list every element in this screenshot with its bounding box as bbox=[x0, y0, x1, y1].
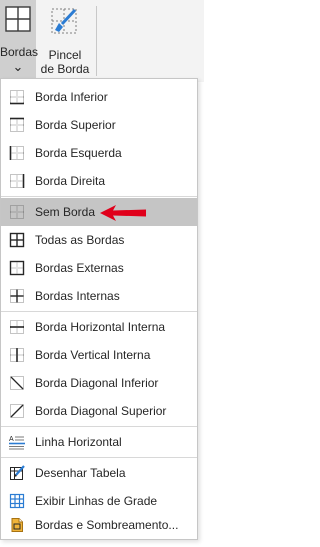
no-border-icon bbox=[10, 205, 24, 219]
inside-horizontal-border-icon bbox=[10, 320, 24, 334]
menu-separator bbox=[1, 426, 197, 427]
menu-item-borda-horizontal-interna[interactable]: Borda Horizontal Interna bbox=[1, 313, 197, 341]
menu-item-bordas-externas[interactable]: Bordas Externas bbox=[1, 254, 197, 282]
menu-item-borda-vertical-interna[interactable]: Borda Vertical Interna bbox=[1, 341, 197, 369]
borders-dropdown-menu: Borda Inferior Borda Superior Borda Esqu… bbox=[0, 78, 198, 540]
menu-separator bbox=[1, 311, 197, 312]
draw-table-icon bbox=[10, 465, 25, 480]
menu-item-label: Borda Esquerda bbox=[35, 146, 122, 160]
menu-item-label: Bordas Internas bbox=[35, 289, 120, 303]
menu-item-label: Borda Direita bbox=[35, 174, 106, 188]
menu-item-label: Bordas e Sombreamento... bbox=[35, 518, 179, 532]
border-painter-label-line1: Pincel bbox=[48, 48, 82, 62]
menu-item-label: Borda Superior bbox=[35, 118, 116, 132]
menu-item-borda-direita[interactable]: Borda Direita bbox=[1, 167, 197, 195]
inside-vertical-border-icon bbox=[10, 348, 24, 362]
menu-item-label: Linha Horizontal bbox=[35, 435, 122, 449]
menu-item-borda-esquerda[interactable]: Borda Esquerda bbox=[1, 139, 197, 167]
menu-item-borda-diagonal-inferior[interactable]: Borda Diagonal Inferior bbox=[1, 369, 197, 397]
border-right-icon bbox=[10, 174, 25, 188]
menu-item-label: Borda Vertical Interna bbox=[35, 348, 151, 362]
menu-item-desenhar-tabela[interactable]: Desenhar Tabela bbox=[1, 459, 197, 487]
border-painter-button[interactable]: Pincel de Borda bbox=[40, 0, 90, 80]
menu-item-borda-superior[interactable]: Borda Superior bbox=[1, 111, 197, 139]
menu-item-label: Exibir Linhas de Grade bbox=[35, 494, 158, 508]
menu-item-bordas-internas[interactable]: Bordas Internas bbox=[1, 282, 197, 310]
border-painter-icon bbox=[51, 8, 77, 34]
svg-text:A: A bbox=[9, 436, 14, 443]
ribbon-group: Bordas ⌄ Pincel de Borda bbox=[0, 0, 204, 82]
border-bottom-icon bbox=[10, 90, 24, 105]
view-gridlines-icon bbox=[9, 493, 25, 509]
ribbon-divider bbox=[96, 6, 97, 76]
horizontal-line-icon: A bbox=[9, 436, 25, 450]
menu-item-bordas-e-sombreamento[interactable]: Bordas e Sombreamento... bbox=[1, 511, 197, 539]
outside-borders-icon bbox=[9, 260, 25, 276]
menu-item-label: Bordas Externas bbox=[35, 261, 124, 275]
borders-large-icon bbox=[5, 6, 31, 32]
inside-borders-icon bbox=[10, 289, 24, 303]
menu-separator bbox=[1, 196, 197, 197]
menu-item-label: Todas as Bordas bbox=[35, 233, 125, 247]
borders-button-label: Bordas bbox=[0, 45, 39, 59]
menu-item-label: Borda Diagonal Inferior bbox=[35, 376, 159, 390]
menu-item-borda-inferior[interactable]: Borda Inferior bbox=[1, 83, 197, 111]
red-pointer-arrow-icon bbox=[100, 205, 146, 221]
chevron-down-icon: ⌄ bbox=[12, 59, 24, 74]
menu-item-label: Borda Diagonal Superior bbox=[35, 404, 167, 418]
border-left-icon bbox=[9, 146, 24, 160]
menu-item-linha-horizontal[interactable]: A Linha Horizontal bbox=[1, 428, 197, 456]
borders-shading-icon bbox=[11, 518, 23, 532]
all-borders-icon bbox=[9, 232, 25, 248]
menu-item-label: Borda Horizontal Interna bbox=[35, 320, 166, 334]
diagonal-up-border-icon bbox=[10, 404, 24, 418]
menu-separator bbox=[1, 457, 197, 458]
diagonal-down-border-icon bbox=[10, 376, 24, 390]
menu-item-label: Sem Borda bbox=[35, 205, 96, 219]
border-top-icon bbox=[10, 117, 24, 132]
menu-item-todas-as-bordas[interactable]: Todas as Bordas bbox=[1, 226, 197, 254]
menu-item-label: Borda Inferior bbox=[35, 90, 108, 104]
menu-item-label: Desenhar Tabela bbox=[35, 466, 126, 480]
menu-item-borda-diagonal-superior[interactable]: Borda Diagonal Superior bbox=[1, 397, 197, 425]
borders-button[interactable]: Bordas ⌄ bbox=[0, 0, 39, 80]
border-painter-label-line2: de Borda bbox=[40, 62, 90, 76]
